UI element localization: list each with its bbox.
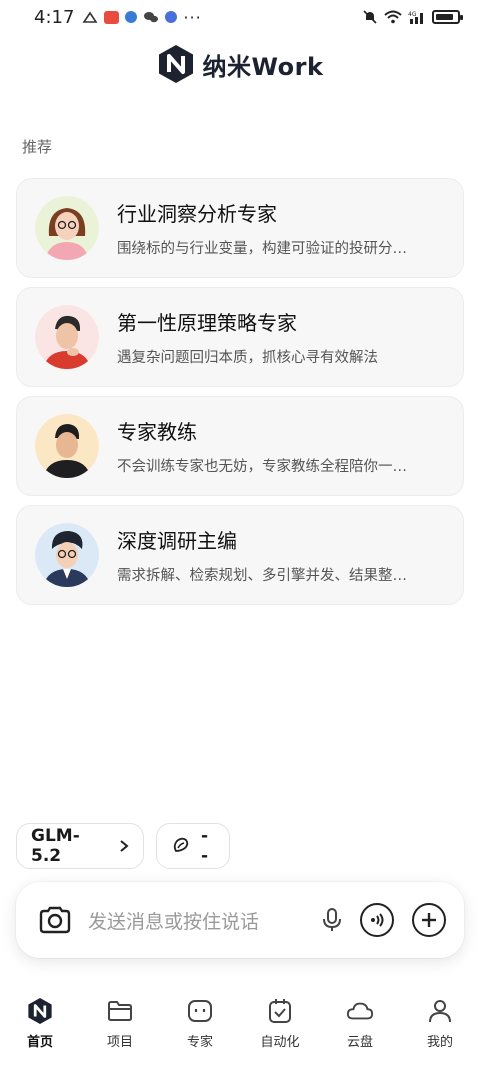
camera-icon[interactable] (38, 905, 72, 935)
mode-value: -- (201, 826, 209, 866)
avatar (35, 414, 99, 478)
sound-wave-icon (371, 913, 384, 927)
app-name: 纳米Work (202, 52, 324, 81)
expert-card-coach[interactable]: 专家教练 不会训练专家也无妨，专家教练全程陪你一… (16, 396, 464, 496)
nav-label: 项目 (106, 1035, 133, 1050)
svg-text:4G: 4G (408, 11, 417, 18)
voice-call-button[interactable] (360, 903, 394, 937)
app-notification-icon (104, 10, 120, 24)
expert-description: 不会训练专家也无妨，专家教练全程陪你一… (117, 459, 407, 475)
expert-title: 深度调研主编 (117, 529, 237, 553)
nav-label: 自动化 (260, 1035, 300, 1050)
nav-label: 云盘 (346, 1035, 373, 1050)
message-input-bar: 发送消息或按住说话 (16, 882, 464, 958)
nav-label: 首页 (26, 1035, 53, 1050)
mode-selector[interactable]: -- (156, 823, 230, 869)
expert-description: 遇复杂问题回归本质，抓核心寻有效解法 (117, 350, 378, 366)
nav-label: 专家 (186, 1035, 213, 1050)
cloud-icon (346, 997, 374, 1025)
expert-title: 专家教练 (117, 420, 197, 444)
nav-item-home[interactable]: 首页 (0, 995, 80, 1067)
person-icon (426, 997, 454, 1025)
expert-title: 行业洞察分析专家 (117, 202, 277, 226)
expert-title: 第一性原理策略专家 (117, 311, 297, 335)
avatar (35, 305, 99, 369)
nav-item-automation[interactable]: 自动化 (240, 995, 320, 1067)
add-button[interactable] (412, 903, 446, 937)
robot-icon (186, 997, 214, 1025)
status-bar: 4:17 ··· 4G (0, 0, 480, 34)
expert-description: 需求拆解、检索规划、多引擎并发、结果整… (117, 568, 407, 584)
message-input[interactable]: 发送消息或按住说话 (88, 907, 322, 934)
microphone-icon[interactable] (322, 907, 342, 933)
more-icon: ··· (183, 7, 202, 27)
status-time: 4:17 (34, 6, 75, 28)
expert-card-industry[interactable]: 行业洞察分析专家 围绕标的与行业变量，构建可验证的投研分… (16, 178, 464, 278)
calendar-check-icon (266, 997, 294, 1025)
app-header: 纳米Work (0, 44, 480, 84)
folder-icon (106, 997, 134, 1025)
nav-item-experts[interactable]: 专家 (160, 995, 240, 1067)
model-name: GLM-5.2 (31, 826, 80, 866)
expert-card-first-principles[interactable]: 第一性原理策略专家 遇复杂问题回归本质，抓核心寻有效解法 (16, 287, 464, 387)
bottom-nav: 首页 项目 专家 自动化 云盘 我的 (0, 995, 480, 1067)
nav-item-profile[interactable]: 我的 (400, 995, 480, 1067)
nav-item-cloud[interactable]: 云盘 (320, 995, 400, 1067)
expert-card-research-editor[interactable]: 深度调研主编 需求拆解、检索规划、多引擎并发、结果整… (16, 505, 464, 605)
notification-muted-icon (82, 10, 98, 24)
bean-icon (171, 836, 191, 856)
section-label: 推荐 (22, 138, 53, 156)
wifi-icon (384, 10, 402, 24)
browser-icon (125, 11, 138, 23)
nav-label: 我的 (426, 1035, 453, 1050)
app-logo-icon (158, 45, 193, 83)
music-icon (165, 11, 178, 23)
bell-off-icon (362, 9, 378, 25)
expert-description: 围绕标的与行业变量，构建可验证的投研分… (117, 241, 407, 257)
home-logo-icon (26, 997, 54, 1025)
nav-item-projects[interactable]: 项目 (80, 995, 160, 1067)
plus-icon (422, 913, 436, 927)
chevron-right-icon (119, 839, 129, 853)
avatar (35, 196, 99, 260)
wechat-icon (143, 10, 159, 24)
signal-icon: 4G (408, 10, 426, 24)
battery-icon (432, 10, 463, 24)
avatar (35, 523, 99, 587)
model-selector[interactable]: GLM-5.2 (16, 823, 144, 869)
